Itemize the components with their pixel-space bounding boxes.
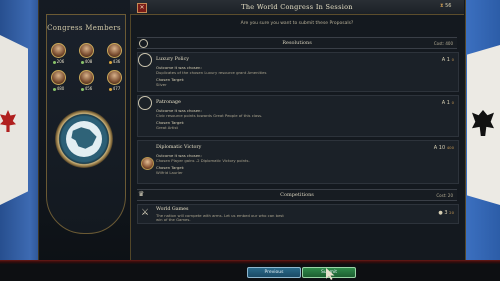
vote-count: ● 3 20: [438, 210, 454, 216]
member-favor: 480: [56, 86, 65, 91]
outcome-text: Chosen Player gains -2 Diplomatic Victor…: [156, 158, 250, 163]
vote-count: A 1 0: [441, 57, 454, 63]
favor-icon: [108, 60, 112, 64]
resolution-card-patronage[interactable]: Patronage Outcome it was chosen: Civic r…: [137, 95, 459, 137]
confirm-prompt: Are you sure you want to submit these Pr…: [240, 21, 354, 26]
outcome-text: Duplicates of the chosen Luxury resource…: [156, 70, 267, 75]
resolutions-header: Resolutions Cost: 400: [137, 37, 457, 49]
leader-portrait-icon: [107, 43, 122, 58]
window-title: The World Congress In Session: [241, 3, 353, 11]
resolution-name: Luxury Policy: [156, 57, 189, 62]
competition-name: World Games: [156, 207, 189, 212]
vote-count: A 1 0: [441, 100, 454, 106]
resolution-name: Patronage: [156, 100, 181, 105]
member-favor: 477: [112, 86, 121, 91]
resolutions-cost: Cost: 400: [433, 40, 453, 46]
congress-member[interactable]: 408: [77, 43, 96, 65]
leader-portrait-icon: [51, 70, 66, 85]
resolution-globe-icon: [138, 53, 152, 67]
member-favor: 408: [84, 59, 93, 64]
competition-card-world-games[interactable]: ⚔ World Games The nation will compete wi…: [137, 204, 459, 224]
leader-portrait-icon: [79, 70, 94, 85]
congress-member[interactable]: 206: [49, 43, 68, 65]
sessions-counter: ⧗ 56: [440, 3, 451, 9]
right-civ-banner: [465, 0, 500, 260]
favor-icon: [80, 87, 84, 91]
member-favor: 436: [112, 59, 121, 64]
favor-icon: [108, 87, 112, 91]
congress-member[interactable]: 480: [49, 70, 68, 92]
world-games-icon: ⚔: [141, 208, 150, 218]
leader-portrait-icon: [79, 43, 94, 58]
trophy-icon: ♛: [138, 190, 145, 198]
previous-button[interactable]: Previous: [247, 267, 301, 278]
resolution-card-diplomatic-victory[interactable]: Diplomatic Victory Outcome it was chosen…: [137, 140, 459, 184]
resolutions-title: Resolutions: [282, 40, 312, 46]
competition-description-2: win of the Games.: [156, 217, 191, 222]
vote-count: A 10 400: [433, 145, 454, 151]
congress-member[interactable]: 456: [77, 70, 96, 92]
favor-icon: [52, 87, 56, 91]
congress-member[interactable]: 477: [105, 70, 124, 92]
resolution-globe-icon: [139, 38, 148, 48]
leader-portrait-icon: [141, 157, 154, 170]
resolution-card-luxury-policy[interactable]: Luxury Policy Outcome it was chosen: Dup…: [137, 52, 459, 92]
competitions-cost: Cost: 20: [436, 192, 453, 198]
resolution-globe-icon: [138, 96, 152, 110]
competitions-header: Competitions Cost: 20: [137, 189, 457, 201]
leader-portrait-icon: [51, 43, 66, 58]
congress-members-title: Congress Members: [47, 24, 121, 32]
target-value: Silver: [156, 82, 167, 87]
member-favor: 206: [56, 59, 65, 64]
member-favor: 456: [84, 86, 93, 91]
target-value: Wilfrid Laurier: [156, 170, 183, 175]
favor-icon: [80, 60, 84, 64]
target-value: Great Artist: [156, 125, 178, 130]
favor-icon: [52, 60, 56, 64]
competitions-title: Competitions: [280, 192, 314, 198]
sessions-value: 56: [445, 3, 452, 9]
leader-portrait-icon: [107, 70, 122, 85]
congress-member[interactable]: 436: [105, 43, 124, 65]
resolution-name: Diplomatic Victory: [156, 145, 202, 150]
outcome-text: Civic resource points towards Great Peop…: [156, 113, 263, 118]
